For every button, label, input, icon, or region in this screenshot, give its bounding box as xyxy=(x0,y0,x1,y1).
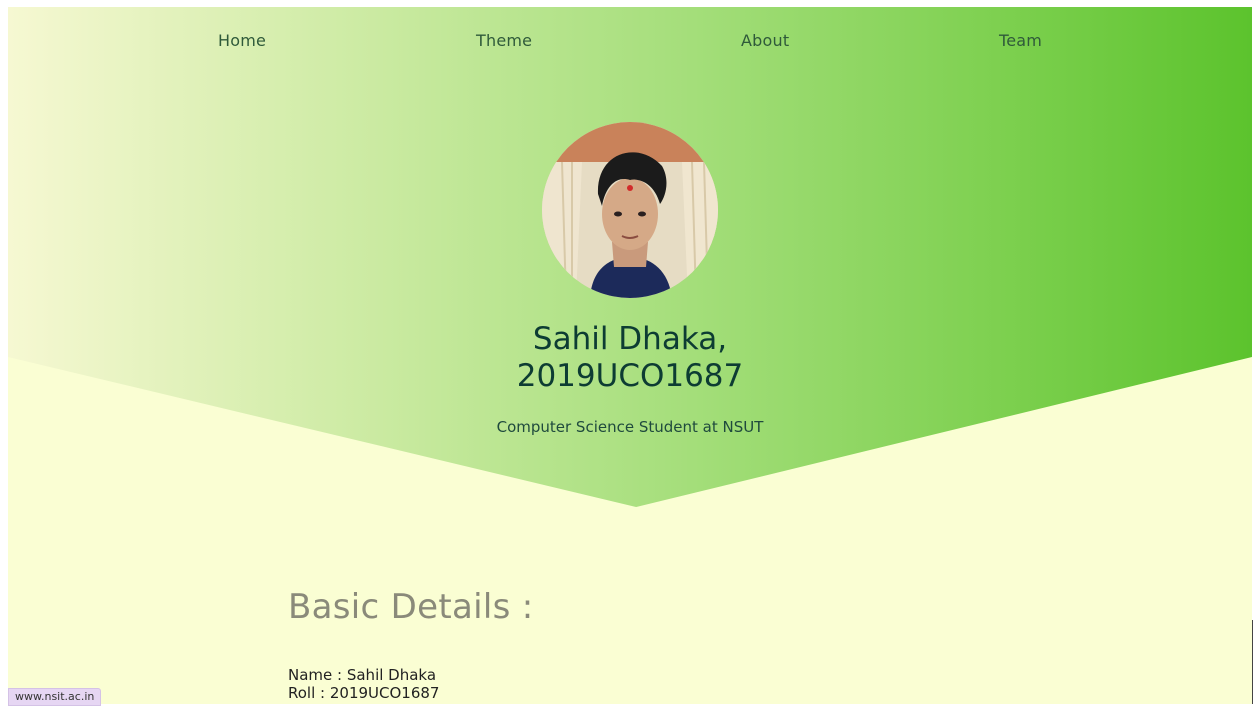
nav-team-link[interactable]: Team xyxy=(999,31,1042,50)
profile-avatar xyxy=(542,122,718,298)
nav-about-link[interactable]: About xyxy=(741,31,789,50)
status-bar-url: www.nsit.ac.in xyxy=(8,688,102,706)
detail-name: Name : Sahil Dhaka xyxy=(288,666,437,684)
top-nav: Home Theme About Team xyxy=(8,7,1252,75)
profile-name-heading: Sahil Dhaka, 2019UCO1687 xyxy=(380,321,880,395)
nav-theme-link[interactable]: Theme xyxy=(476,31,532,50)
profile-roll: 2019UCO1687 xyxy=(516,358,744,394)
basic-details-heading: Basic Details : xyxy=(288,587,534,627)
profile-photo-icon xyxy=(542,122,718,298)
profile-subtitle: Computer Science Student at NSUT xyxy=(496,418,764,436)
profile-name: Sahil Dhaka, xyxy=(532,321,728,357)
page-frame: Home Theme About Team Sahil Dhaka, 2019U… xyxy=(8,7,1252,704)
nav-home-link[interactable]: Home xyxy=(218,31,266,50)
detail-roll: Roll : 2019UCO1687 xyxy=(288,684,440,702)
